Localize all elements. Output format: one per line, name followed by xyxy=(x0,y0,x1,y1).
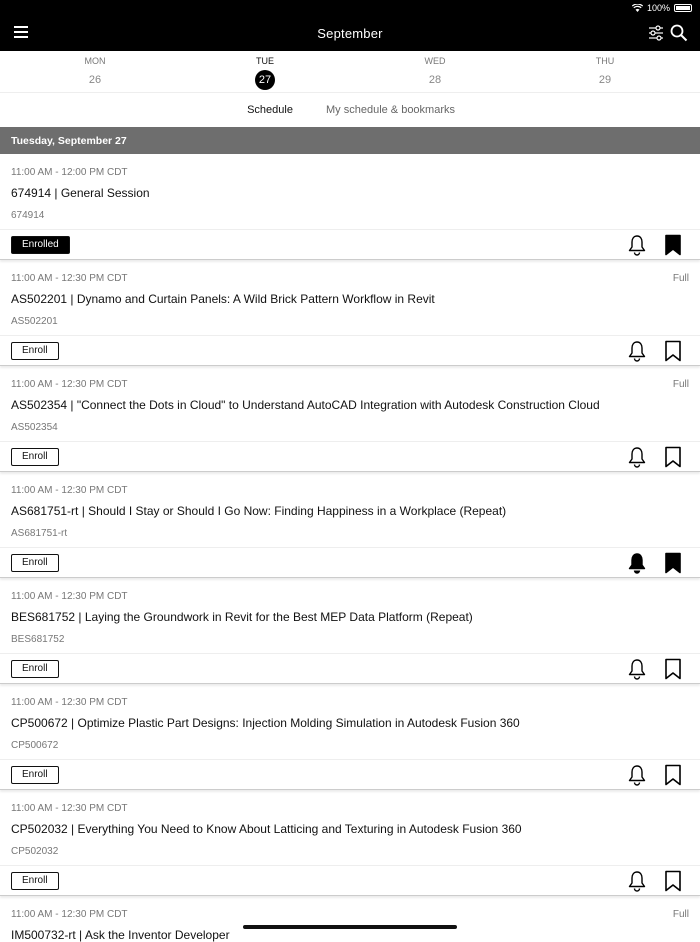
session-card[interactable]: 11:00 AM - 12:30 PM CDT Full IM500732-rt… xyxy=(0,896,700,942)
session-title[interactable]: CP500672 | Optimize Plastic Part Designs… xyxy=(11,716,520,730)
session-title[interactable]: CP502032 | Everything You Need to Know A… xyxy=(11,822,522,836)
divider xyxy=(0,547,700,548)
session-code: AS502354 xyxy=(11,422,58,433)
bell-icon[interactable] xyxy=(627,552,647,574)
full-label: Full xyxy=(672,379,689,390)
divider xyxy=(0,441,700,442)
status-bar: 100% xyxy=(0,0,700,16)
full-label: Full xyxy=(672,273,689,284)
enroll-button[interactable]: Enroll xyxy=(11,766,59,784)
battery-percent: 100% xyxy=(646,3,670,13)
bookmark-icon[interactable] xyxy=(664,764,682,786)
session-code: 674914 xyxy=(11,210,45,221)
bookmark-icon[interactable] xyxy=(664,446,682,468)
tab-bar: Schedule My schedule & bookmarks xyxy=(0,92,700,128)
page-title: September xyxy=(317,26,383,41)
session-card[interactable]: 11:00 AM - 12:30 PM CDT AS681751-rt | Sh… xyxy=(0,472,700,578)
session-time: 11:00 AM - 12:30 PM CDT xyxy=(11,803,128,814)
bookmark-icon[interactable] xyxy=(664,234,682,256)
session-card[interactable]: 11:00 AM - 12:30 PM CDT Full AS502201 | … xyxy=(0,260,700,366)
bell-icon[interactable] xyxy=(627,658,647,680)
session-title[interactable]: BES681752 | Laying the Groundwork in Rev… xyxy=(11,610,473,624)
search-icon[interactable] xyxy=(670,24,688,42)
enroll-button[interactable]: Enroll xyxy=(11,448,59,466)
session-code: AS502201 xyxy=(11,316,58,327)
full-label: Full xyxy=(672,909,689,920)
day-thu[interactable]: THU 29 xyxy=(520,51,690,91)
session-code: AS681751-rt xyxy=(11,528,68,539)
day-selector: MON 26 TUE 27 WED 28 THU 29 xyxy=(0,51,700,91)
session-card[interactable]: 11:00 AM - 12:00 PM CDT 674914 | General… xyxy=(0,154,700,260)
session-time: 11:00 AM - 12:30 PM CDT xyxy=(11,273,128,284)
tab-schedule[interactable]: Schedule xyxy=(231,104,309,128)
divider xyxy=(0,653,700,654)
session-card[interactable]: 11:00 AM - 12:30 PM CDT BES681752 | Layi… xyxy=(0,578,700,684)
session-card[interactable]: 11:00 AM - 12:30 PM CDT CP500672 | Optim… xyxy=(0,684,700,790)
day-tue[interactable]: TUE 27 xyxy=(180,51,350,91)
date-section-header: Tuesday, September 27 xyxy=(0,127,700,154)
enroll-button[interactable]: Enroll xyxy=(11,342,59,360)
session-card[interactable]: 11:00 AM - 12:30 PM CDT CP502032 | Every… xyxy=(0,790,700,896)
divider xyxy=(0,759,700,760)
session-time: 11:00 AM - 12:30 PM CDT xyxy=(11,909,128,920)
session-card[interactable]: 11:00 AM - 12:30 PM CDT Full AS502354 | … xyxy=(0,366,700,472)
divider xyxy=(0,865,700,866)
bell-icon[interactable] xyxy=(627,446,647,468)
battery-icon xyxy=(674,4,692,12)
session-time: 11:00 AM - 12:30 PM CDT xyxy=(11,379,128,390)
session-list: 11:00 AM - 12:00 PM CDT 674914 | General… xyxy=(0,154,700,942)
filter-sliders-icon[interactable] xyxy=(648,25,664,41)
bell-icon[interactable] xyxy=(627,870,647,892)
enroll-button[interactable]: Enroll xyxy=(11,660,59,678)
bell-icon[interactable] xyxy=(627,340,647,362)
divider xyxy=(0,229,700,230)
bell-icon[interactable] xyxy=(627,234,647,256)
session-code: CP500672 xyxy=(11,740,59,751)
home-indicator xyxy=(243,925,457,929)
day-wed[interactable]: WED 28 xyxy=(350,51,520,91)
session-code: BES681752 xyxy=(11,634,65,645)
session-title[interactable]: 674914 | General Session xyxy=(11,186,150,200)
wifi-icon xyxy=(631,4,643,12)
bookmark-icon[interactable] xyxy=(664,870,682,892)
session-title[interactable]: AS681751-rt | Should I Stay or Should I … xyxy=(11,504,506,518)
session-title[interactable]: AS502354 | "Connect the Dots in Cloud" t… xyxy=(11,398,600,412)
session-time: 11:00 AM - 12:30 PM CDT xyxy=(11,591,128,602)
bookmark-icon[interactable] xyxy=(664,552,682,574)
tab-my-schedule[interactable]: My schedule & bookmarks xyxy=(326,104,455,116)
enrolled-button[interactable]: Enrolled xyxy=(11,236,70,254)
top-bar: September xyxy=(0,16,700,51)
session-time: 11:00 AM - 12:30 PM CDT xyxy=(11,697,128,708)
bell-icon[interactable] xyxy=(627,764,647,786)
session-title[interactable]: AS502201 | Dynamo and Curtain Panels: A … xyxy=(11,292,435,306)
session-time: 11:00 AM - 12:30 PM CDT xyxy=(11,485,128,496)
enroll-button[interactable]: Enroll xyxy=(11,872,59,890)
divider xyxy=(0,335,700,336)
session-time: 11:00 AM - 12:00 PM CDT xyxy=(11,167,128,178)
enroll-button[interactable]: Enroll xyxy=(11,554,59,572)
session-title[interactable]: IM500732-rt | Ask the Inventor Developer xyxy=(11,928,230,942)
bookmark-icon[interactable] xyxy=(664,658,682,680)
session-code: CP502032 xyxy=(11,846,59,857)
bookmark-icon[interactable] xyxy=(664,340,682,362)
day-mon[interactable]: MON 26 xyxy=(10,51,180,91)
